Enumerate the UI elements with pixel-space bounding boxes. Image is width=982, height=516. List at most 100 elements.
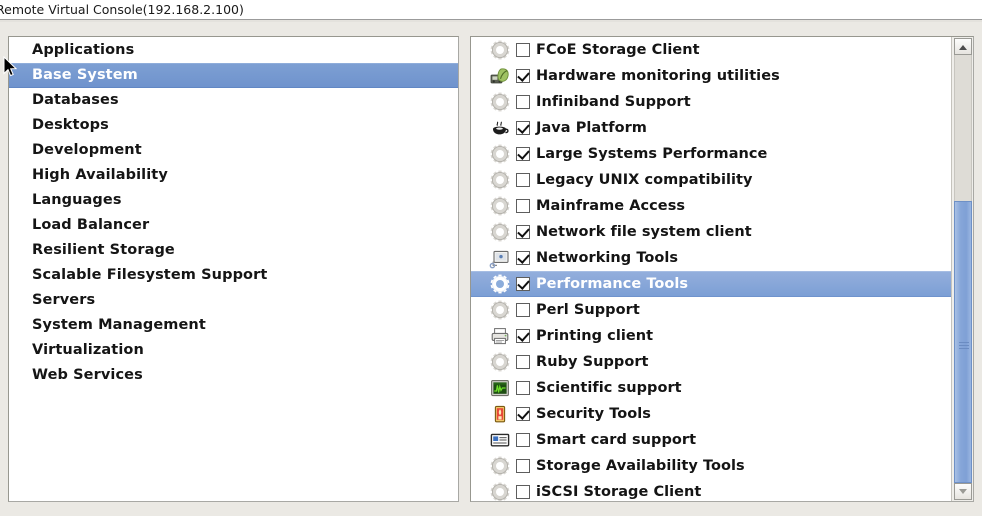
category-row[interactable]: Virtualization [9,338,458,363]
gear-icon [489,455,511,477]
package-label: Large Systems Performance [536,146,768,162]
package-checkbox[interactable] [516,69,530,83]
package-row[interactable]: Security Tools [471,401,952,427]
category-label: Applications [32,42,135,58]
package-row[interactable]: Java Platform [471,115,952,141]
window-title: Remote Virtual Console(192.168.2.100) [0,2,244,17]
package-row[interactable]: Legacy UNIX compatibility [471,167,952,193]
package-checkbox[interactable] [516,43,530,57]
package-checkbox[interactable] [516,173,530,187]
gear-icon [489,221,511,243]
gear-icon [489,39,511,61]
category-row[interactable]: Languages [9,188,458,213]
category-label: High Availability [32,167,168,183]
gear-icon [489,169,511,191]
package-list-scrollbar[interactable] [951,37,973,501]
scroll-up-button[interactable] [954,38,972,55]
package-row[interactable]: Scientific support [471,375,952,401]
package-row[interactable]: Infiniband Support [471,89,952,115]
package-row[interactable]: FCoE Storage Client [471,37,952,63]
package-label: Legacy UNIX compatibility [536,172,753,188]
java-coffee-cup-icon [489,117,511,139]
category-label: Scalable Filesystem Support [32,267,268,283]
package-row-selected[interactable]: Performance Tools [471,271,952,297]
package-list[interactable]: FCoE Storage Client Hardware monitoring u… [471,37,952,501]
category-list[interactable]: Applications Base System Databases Desktops… [9,38,458,388]
package-checkbox[interactable] [516,485,530,499]
category-label: Load Balancer [32,217,150,233]
category-row[interactable]: Resilient Storage [9,238,458,263]
package-label: Smart card support [536,432,697,448]
package-checkbox[interactable] [516,433,530,447]
category-row[interactable]: Load Balancer [9,213,458,238]
category-label: System Management [32,317,206,333]
category-row[interactable]: Servers [9,288,458,313]
category-label: Development [32,142,142,158]
package-checkbox[interactable] [516,277,530,291]
package-label: Perl Support [536,302,640,318]
gear-icon [489,195,511,217]
package-row[interactable]: Large Systems Performance [471,141,952,167]
package-row[interactable]: Smart card support [471,427,952,453]
package-row[interactable]: Hardware monitoring utilities [471,63,952,89]
category-label: Servers [32,292,96,308]
category-row-selected[interactable]: Base System [9,63,458,88]
category-row[interactable]: Development [9,138,458,163]
package-checkbox[interactable] [516,459,530,473]
category-row[interactable]: Web Services [9,363,458,388]
gear-icon [489,273,511,295]
category-row[interactable]: Databases [9,88,458,113]
package-label: Hardware monitoring utilities [536,68,780,84]
package-row[interactable]: iSCSI Storage Client [471,479,952,501]
gear-icon [489,481,511,501]
scrollbar-grip-icon [955,334,973,350]
package-checkbox[interactable] [516,95,530,109]
category-list-panel[interactable]: Applications Base System Databases Desktops… [8,36,459,502]
package-row[interactable]: Mainframe Access [471,193,952,219]
package-checkbox[interactable] [516,407,530,421]
package-checkbox[interactable] [516,147,530,161]
package-row[interactable]: Ruby Support [471,349,952,375]
chevron-down-icon [959,488,967,494]
package-checkbox[interactable] [516,303,530,317]
gear-icon [489,143,511,165]
package-label: Scientific support [536,380,682,396]
chevron-up-icon [959,44,967,50]
scroll-down-button[interactable] [954,483,972,500]
gear-icon [489,299,511,321]
category-label: Web Services [32,367,143,383]
category-row[interactable]: Scalable Filesystem Support [9,263,458,288]
smart-card-icon [489,429,511,451]
package-row[interactable]: Networking Tools [471,245,952,271]
package-checkbox[interactable] [516,381,530,395]
package-checkbox[interactable] [516,199,530,213]
package-label: Ruby Support [536,354,649,370]
category-label: Languages [32,192,122,208]
package-label: Network file system client [536,224,752,240]
scrollbar-thumb[interactable] [954,200,973,483]
package-row[interactable]: Printing client [471,323,952,349]
printer-icon [489,325,511,347]
package-label: Storage Availability Tools [536,458,745,474]
package-checkbox[interactable] [516,251,530,265]
package-row[interactable]: Perl Support [471,297,952,323]
package-row[interactable]: Storage Availability Tools [471,453,952,479]
category-label: Resilient Storage [32,242,175,258]
package-checkbox[interactable] [516,225,530,239]
package-list-panel[interactable]: FCoE Storage Client Hardware monitoring u… [470,36,974,502]
package-checkbox[interactable] [516,355,530,369]
package-checkbox[interactable] [516,121,530,135]
remote-console-window: Remote Virtual Console(192.168.2.100) Ap… [0,0,982,516]
package-label: Networking Tools [536,250,679,266]
category-row[interactable]: System Management [9,313,458,338]
package-label: iSCSI Storage Client [536,484,702,500]
scientific-display-icon [489,377,511,399]
category-row[interactable]: Desktops [9,113,458,138]
category-label: Databases [32,92,119,108]
category-label: Virtualization [32,342,144,358]
package-row[interactable]: Network file system client [471,219,952,245]
hardware-monitor-icon [489,65,511,87]
category-row[interactable]: Applications [9,38,458,63]
category-row[interactable]: High Availability [9,163,458,188]
package-checkbox[interactable] [516,329,530,343]
